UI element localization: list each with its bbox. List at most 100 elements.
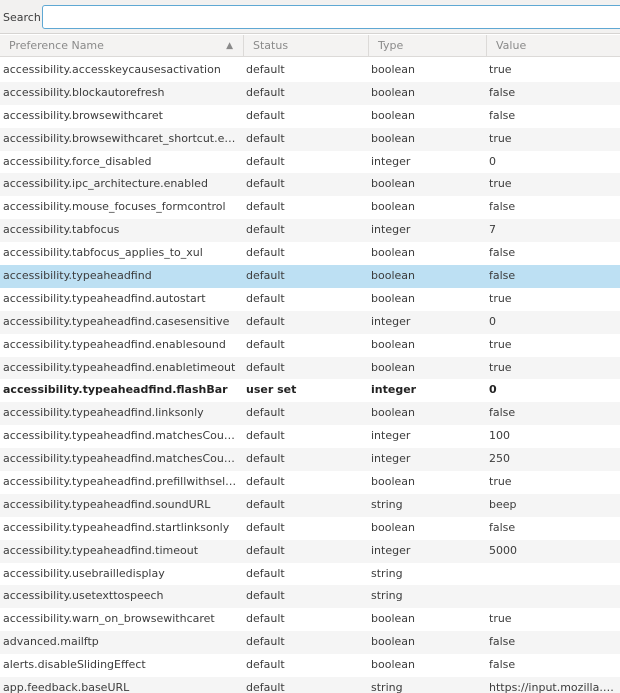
preferences-table: Preference Name ▲ Status Type Value acce… <box>0 35 620 693</box>
table-row[interactable]: accessibility.tabfocus_applies_to_xul def… <box>0 242 620 265</box>
type-cell: boolean <box>371 658 415 672</box>
preference-name-cell: accessibility.browsewithcaret <box>3 108 163 122</box>
type-cell: integer <box>371 314 411 328</box>
type-cell: boolean <box>371 360 415 374</box>
type-cell: string <box>371 681 403 693</box>
value-cell: false <box>489 108 516 122</box>
preference-name-cell: accessibility.typeaheadfind.casesensitiv… <box>3 314 230 328</box>
status-cell: default <box>246 520 285 534</box>
table-row[interactable]: accessibility.browsewithcaret_shortcut.e… <box>0 127 620 151</box>
table-row[interactable]: alerts.disableSlidingEffect default boolea… <box>0 654 620 677</box>
type-cell: boolean <box>371 291 415 305</box>
type-cell: boolean <box>371 177 415 191</box>
table-row[interactable]: accessibility.typeaheadfind.linksonly def… <box>0 402 620 426</box>
table-row[interactable]: accessibility.typeaheadfind.enablesound d… <box>0 334 620 357</box>
table-row[interactable]: accessibility.blockautorefresh default boo… <box>0 81 620 105</box>
preference-name-cell: accessibility.typeaheadfind.linksonly <box>3 406 204 420</box>
status-cell: default <box>246 589 285 603</box>
table-row[interactable]: accessibility.typeaheadfind.casesensitiv… <box>0 310 620 334</box>
table-row[interactable]: accessibility.typeaheadfind.startlinkson… <box>0 517 620 540</box>
status-cell: default <box>246 612 285 626</box>
value-cell: true <box>489 131 512 145</box>
table-header: Preference Name ▲ Status Type Value <box>0 35 620 57</box>
preference-name-cell: accessibility.typeaheadfind <box>3 269 152 283</box>
table-row[interactable]: accessibility.force_disabled default integ… <box>0 151 620 174</box>
type-cell: string <box>371 566 403 580</box>
value-cell: 100 <box>489 429 510 443</box>
type-cell: boolean <box>371 612 415 626</box>
table-body: accessibility.accesskeycausesactivation d… <box>0 59 620 693</box>
preference-name-cell: accessibility.force_disabled <box>3 154 152 168</box>
type-cell: integer <box>371 452 411 466</box>
status-cell: default <box>246 246 285 260</box>
status-cell: default <box>246 658 285 672</box>
type-cell: integer <box>371 223 411 237</box>
value-cell: false <box>489 85 516 99</box>
preference-name-cell: accessibility.typeaheadfind.prefillwiths… <box>3 475 241 489</box>
preference-name-cell: accessibility.usetexttospeech <box>3 589 164 603</box>
type-cell: boolean <box>371 63 415 76</box>
preference-name-cell: accessibility.typeaheadfind.flashBar <box>3 383 228 397</box>
table-row[interactable]: accessibility.typeaheadfind.flashBar user… <box>0 379 620 402</box>
table-row[interactable]: app.feedback.baseURL default string https:/… <box>0 677 620 693</box>
table-row[interactable]: accessibility.typeaheadfind.prefillwiths… <box>0 471 620 494</box>
status-cell: default <box>246 497 285 511</box>
value-cell: 0 <box>489 383 497 397</box>
table-row[interactable]: accessibility.typeaheadfind.timeout defau… <box>0 539 620 563</box>
table-row[interactable]: accessibility.typeaheadfind.soundURL defa… <box>0 493 620 517</box>
table-row[interactable]: accessibility.ipc_architecture.enabled de… <box>0 173 620 197</box>
status-cell: default <box>246 429 285 443</box>
column-header-type[interactable]: Type <box>369 35 487 57</box>
column-header-value[interactable]: Value <box>487 35 620 57</box>
column-header-status[interactable]: Status <box>244 35 369 57</box>
table-row[interactable]: accessibility.typeaheadfind.matchesCount… <box>0 448 620 472</box>
status-cell: default <box>246 681 285 693</box>
preference-name-cell: advanced.mailftp <box>3 635 99 649</box>
table-row[interactable]: accessibility.typeaheadfind.autostart def… <box>0 288 620 311</box>
table-row[interactable]: accessibility.usebrailledisplay default st… <box>0 563 620 586</box>
column-header-label: Status <box>253 39 289 52</box>
preference-name-cell: alerts.disableSlidingEffect <box>3 658 146 672</box>
table-row[interactable]: accessibility.typeaheadfind default boolea… <box>0 265 620 288</box>
type-cell: integer <box>371 429 411 443</box>
table-row[interactable]: accessibility.mouse_focuses_formcontrol d… <box>0 196 620 219</box>
type-cell: string <box>371 589 403 603</box>
table-row[interactable]: accessibility.warn_on_browsewithcaret def… <box>0 608 620 631</box>
status-cell: default <box>246 635 285 649</box>
value-cell: true <box>489 360 512 374</box>
preference-name-cell: accessibility.typeaheadfind.startlinkson… <box>3 520 230 534</box>
type-cell: boolean <box>371 85 415 99</box>
value-cell: false <box>489 635 516 649</box>
type-cell: boolean <box>371 200 415 214</box>
type-cell: integer <box>371 543 411 557</box>
type-cell: boolean <box>371 520 415 534</box>
status-cell: default <box>246 337 285 351</box>
preference-name-cell: accessibility.tabfocus_applies_to_xul <box>3 246 203 260</box>
status-cell: default <box>246 200 285 214</box>
value-cell: true <box>489 291 512 305</box>
type-cell: boolean <box>371 635 415 649</box>
table-row[interactable]: accessibility.usetexttospeech default stri… <box>0 585 620 609</box>
preference-name-cell: accessibility.warn_on_browsewithcaret <box>3 612 215 626</box>
value-cell: beep <box>489 497 517 511</box>
type-cell: integer <box>371 383 417 397</box>
value-cell: true <box>489 612 512 626</box>
status-cell: default <box>246 452 285 466</box>
type-cell: boolean <box>371 337 415 351</box>
status-cell: default <box>246 360 285 374</box>
table-row[interactable]: accessibility.browsewithcaret default bool… <box>0 105 620 128</box>
search-input[interactable] <box>42 5 620 29</box>
value-cell: true <box>489 475 512 489</box>
status-cell: default <box>246 63 285 76</box>
status-cell: default <box>246 154 285 168</box>
status-cell: default <box>246 269 285 283</box>
table-row[interactable]: accessibility.typeaheadfind.matchesCount… <box>0 425 620 448</box>
column-header-preference-name[interactable]: Preference Name ▲ <box>0 35 244 57</box>
table-row[interactable]: accessibility.tabfocus default integer 7 <box>0 219 620 243</box>
preference-name-cell: accessibility.accesskeycausesactivation <box>3 63 221 76</box>
status-cell: default <box>246 108 285 122</box>
table-row[interactable]: accessibility.typeaheadfind.enabletimeou… <box>0 356 620 380</box>
value-cell: false <box>489 200 516 214</box>
table-row[interactable]: accessibility.accesskeycausesactivation d… <box>0 59 620 82</box>
table-row[interactable]: advanced.mailftp default boolean false <box>0 631 620 655</box>
